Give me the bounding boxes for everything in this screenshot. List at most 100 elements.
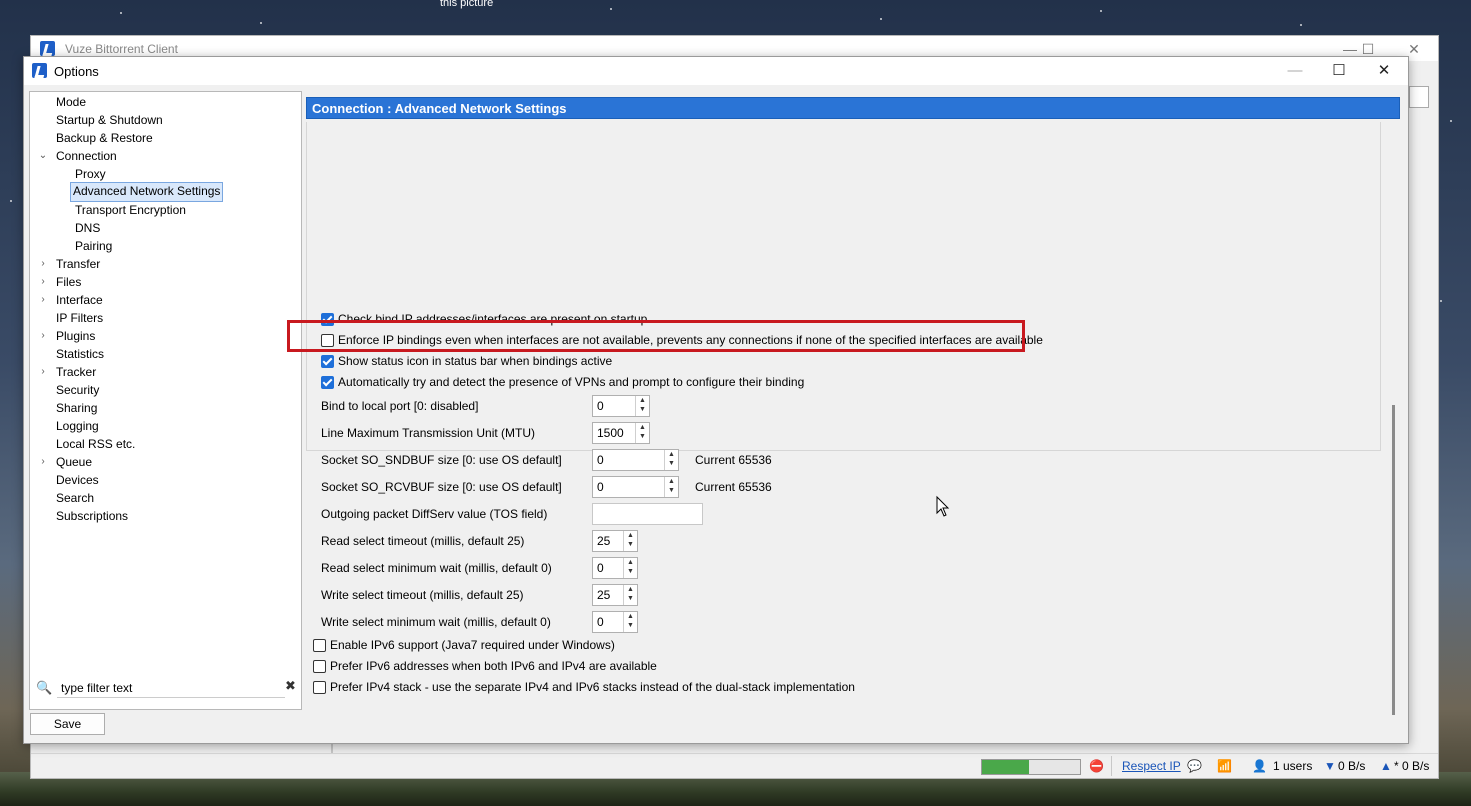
checkbox[interactable]	[321, 355, 334, 368]
number-stepper[interactable]: 0 ▲ ▼	[592, 476, 679, 498]
options-dialog: Options — ☐ ✕ Mode Startup & Shutdown Back…	[23, 56, 1409, 744]
increment-icon[interactable]: ▲	[627, 586, 634, 593]
increment-icon[interactable]: ▲	[639, 424, 646, 431]
chevron-right-icon[interactable]: ›	[38, 255, 48, 273]
stepper-arrows[interactable]: ▲ ▼	[664, 477, 678, 497]
decrement-icon[interactable]: ▼	[668, 460, 675, 467]
stepper-arrows[interactable]: ▲ ▼	[623, 531, 637, 551]
network-status-bar	[981, 759, 1081, 775]
tree-item[interactable]: Mode	[54, 93, 88, 111]
clear-filter-icon[interactable]: ✖	[285, 678, 296, 694]
tree-item[interactable]: Backup & Restore	[54, 129, 155, 147]
respect-ip-link[interactable]: Respect IP	[1122, 759, 1181, 773]
checkbox[interactable]	[321, 313, 334, 326]
close-icon[interactable]: ✕	[1367, 61, 1401, 81]
number-stepper[interactable]: 25 ▲ ▼	[592, 530, 638, 552]
stepper-arrows[interactable]: ▲ ▼	[623, 585, 637, 605]
tree-item[interactable]: Local RSS etc.	[54, 435, 137, 453]
main-search-input[interactable]	[1409, 86, 1429, 108]
increment-icon[interactable]: ▲	[639, 397, 646, 404]
chevron-down-icon[interactable]: ⌄	[38, 147, 48, 165]
tree-item[interactable]: Transport Encryption	[73, 201, 188, 219]
stepper-value: 0	[597, 399, 604, 413]
increment-icon[interactable]: ▲	[627, 613, 634, 620]
decrement-icon[interactable]: ▼	[639, 433, 646, 440]
tree-item[interactable]: Statistics	[54, 345, 106, 363]
nat-error-icon[interactable]: ⛔	[1089, 759, 1104, 773]
decrement-icon[interactable]: ▼	[639, 406, 646, 413]
tree-item[interactable]: DNS	[73, 219, 102, 237]
stepper-arrows[interactable]: ▲ ▼	[664, 450, 678, 470]
tree-item[interactable]: Advanced Network Settings	[70, 182, 224, 202]
chevron-right-icon[interactable]: ›	[38, 291, 48, 309]
checkbox[interactable]	[313, 639, 326, 652]
tree-item[interactable]: Tracker	[54, 363, 98, 381]
stepper-arrows[interactable]: ▲ ▼	[623, 612, 637, 632]
tree-item[interactable]: Plugins	[54, 327, 97, 345]
increment-icon[interactable]: ▲	[627, 532, 634, 539]
options-title-bar[interactable]: Options — ☐ ✕	[24, 57, 1408, 85]
number-stepper[interactable]: 0 ▲ ▼	[592, 449, 679, 471]
checkbox[interactable]	[313, 681, 326, 694]
stepper-arrows[interactable]: ▲ ▼	[635, 423, 649, 443]
checkbox[interactable]	[321, 334, 334, 347]
checkbox[interactable]	[321, 376, 334, 389]
save-button[interactable]: Save	[30, 713, 105, 735]
tree-item[interactable]: Security	[54, 381, 101, 399]
stepper-value: 0	[597, 561, 604, 575]
tree-item[interactable]: Pairing	[73, 237, 114, 255]
upload-speed[interactable]: * 0 B/s	[1394, 759, 1429, 773]
tree-filter-row: 🔍 ✖	[29, 677, 300, 701]
download-speed[interactable]: 0 B/s	[1338, 759, 1365, 773]
chevron-right-icon[interactable]: ›	[38, 453, 48, 471]
decrement-icon[interactable]: ▼	[627, 595, 634, 602]
tree-item[interactable]: Startup & Shutdown	[54, 111, 165, 129]
stepper-arrows[interactable]: ▲ ▼	[635, 396, 649, 416]
decrement-icon[interactable]: ▼	[627, 541, 634, 548]
stepper-arrows[interactable]: ▲ ▼	[623, 558, 637, 578]
chevron-right-icon[interactable]: ›	[38, 363, 48, 381]
tree-item[interactable]: Proxy	[73, 165, 108, 183]
wifi-icon[interactable]: 📶	[1217, 759, 1232, 773]
number-stepper[interactable]: 0 ▲ ▼	[592, 395, 650, 417]
number-stepper[interactable]: 0 ▲ ▼	[592, 557, 638, 579]
tree-item[interactable]: Interface	[54, 291, 105, 309]
number-stepper[interactable]: 0 ▲ ▼	[592, 611, 638, 633]
filter-input[interactable]	[57, 679, 285, 698]
maximize-icon[interactable]: ☐	[1322, 61, 1356, 81]
tree-item[interactable]: Connection	[54, 147, 119, 165]
increment-icon[interactable]: ▲	[668, 451, 675, 458]
tree-item[interactable]: Transfer	[54, 255, 102, 273]
chevron-right-icon[interactable]: ›	[38, 327, 48, 345]
tree-item[interactable]: Search	[54, 489, 96, 507]
status-separator	[1111, 756, 1112, 776]
mouse-cursor-icon	[936, 495, 950, 517]
tree-item[interactable]: Devices	[54, 471, 101, 489]
tree-item[interactable]: Sharing	[54, 399, 99, 417]
number-stepper[interactable]: 1500 ▲ ▼	[592, 422, 650, 444]
checkbox[interactable]	[313, 660, 326, 673]
tos-field-input[interactable]	[592, 503, 703, 525]
decrement-icon[interactable]: ▼	[668, 487, 675, 494]
star	[120, 12, 122, 14]
settings-panel: Connection : Advanced Network Settings C…	[306, 97, 1402, 743]
minimize-icon[interactable]: —	[1278, 61, 1312, 81]
number-stepper[interactable]: 25 ▲ ▼	[592, 584, 638, 606]
increment-icon[interactable]: ▲	[668, 478, 675, 485]
tree-item[interactable]: IP Filters	[54, 309, 105, 327]
chevron-right-icon[interactable]: ›	[38, 273, 48, 291]
tree-item[interactable]: Files	[54, 273, 83, 291]
increment-icon[interactable]: ▲	[627, 559, 634, 566]
users-icon[interactable]: 👤	[1252, 759, 1267, 773]
stepper-value: 1500	[597, 426, 624, 440]
tree-item[interactable]: Subscriptions	[54, 507, 130, 525]
checkbox-label: Enforce IP bindings even when interfaces…	[338, 333, 1043, 347]
tree-item[interactable]: Logging	[54, 417, 101, 435]
vertical-scrollbar[interactable]	[1392, 405, 1395, 715]
current-value-label: Current 65536	[695, 453, 772, 467]
decrement-icon[interactable]: ▼	[627, 568, 634, 575]
chat-icon[interactable]: 💬	[1187, 759, 1202, 773]
tree-item[interactable]: Queue	[54, 453, 94, 471]
decrement-icon[interactable]: ▼	[627, 622, 634, 629]
field-label: Line Maximum Transmission Unit (MTU)	[321, 426, 536, 440]
